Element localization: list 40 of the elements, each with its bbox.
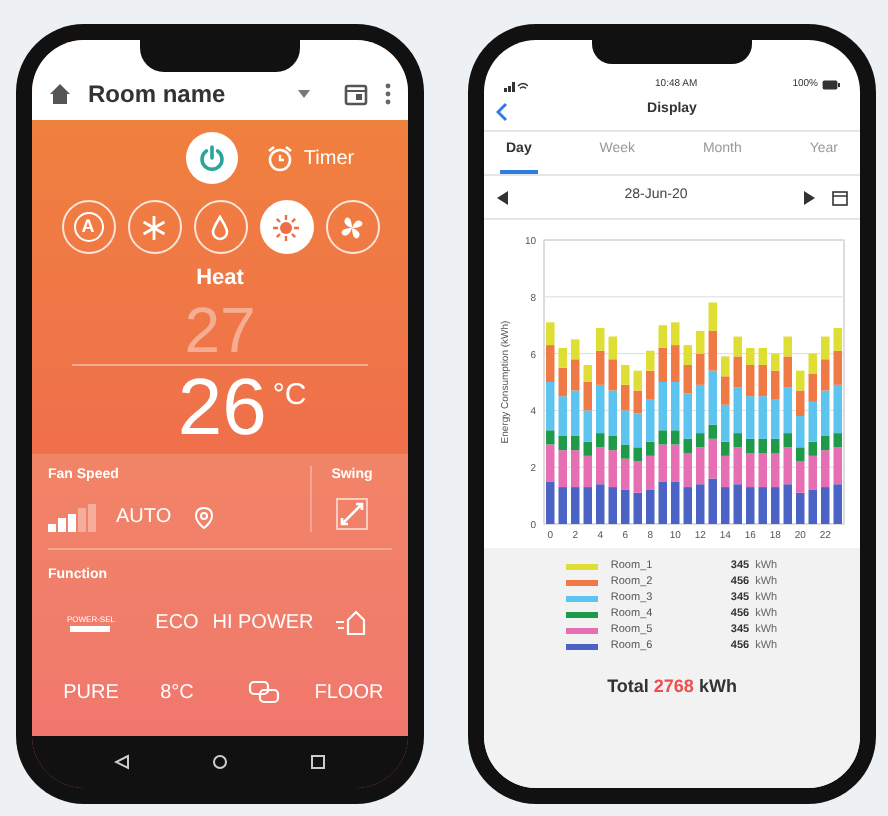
temperature-unit: °C	[272, 375, 307, 415]
fan-icon	[338, 213, 366, 241]
calendar-icon[interactable]	[344, 82, 368, 106]
previous-icon[interactable]	[496, 189, 510, 205]
water-drop-icon	[206, 213, 234, 241]
mode-button[interactable]	[193, 200, 247, 254]
mode-button[interactable]: A	[61, 200, 115, 254]
fan-mode-label[interactable]: AUTO	[116, 502, 172, 532]
next-icon[interactable]	[802, 189, 816, 205]
swing-icon[interactable]	[336, 498, 368, 530]
power-button[interactable]	[185, 132, 238, 184]
function-button[interactable]: HI POWER	[212, 607, 314, 637]
total-text: Total 2768 kWh	[607, 674, 737, 700]
function-button[interactable]: 8°C	[160, 677, 194, 707]
house-icon[interactable]	[333, 608, 365, 636]
power-icon	[197, 144, 226, 172]
snowflake-icon	[140, 213, 168, 241]
mode-label: Heat	[194, 264, 246, 294]
home-icon[interactable]	[48, 82, 72, 106]
next-temperature[interactable]: 27	[32, 295, 408, 363]
signal-icon	[504, 80, 528, 92]
back-icon[interactable]	[113, 754, 130, 770]
function-button[interactable]: ECO	[155, 607, 199, 637]
recent-apps-icon[interactable]	[310, 754, 327, 770]
set-temperature[interactable]: 26	[177, 365, 267, 449]
mode-button[interactable]	[259, 200, 313, 254]
alarm-clock-icon	[265, 144, 294, 172]
caret-icon[interactable]	[296, 88, 312, 100]
mode-button[interactable]	[325, 200, 379, 254]
timer-button[interactable]: Timer	[265, 143, 355, 173]
room-name[interactable]: Room name	[88, 76, 226, 112]
function-button[interactable]: PURE	[63, 677, 119, 707]
more-icon[interactable]	[384, 82, 392, 106]
mode-button[interactable]	[127, 200, 181, 254]
calendar-icon[interactable]	[832, 189, 848, 205]
home-icon[interactable]	[211, 754, 228, 770]
fan-speed-meter[interactable]	[48, 503, 96, 531]
sun-icon	[272, 213, 300, 241]
function-button[interactable]: FLOOR	[314, 677, 384, 707]
battery-icon	[822, 79, 840, 90]
